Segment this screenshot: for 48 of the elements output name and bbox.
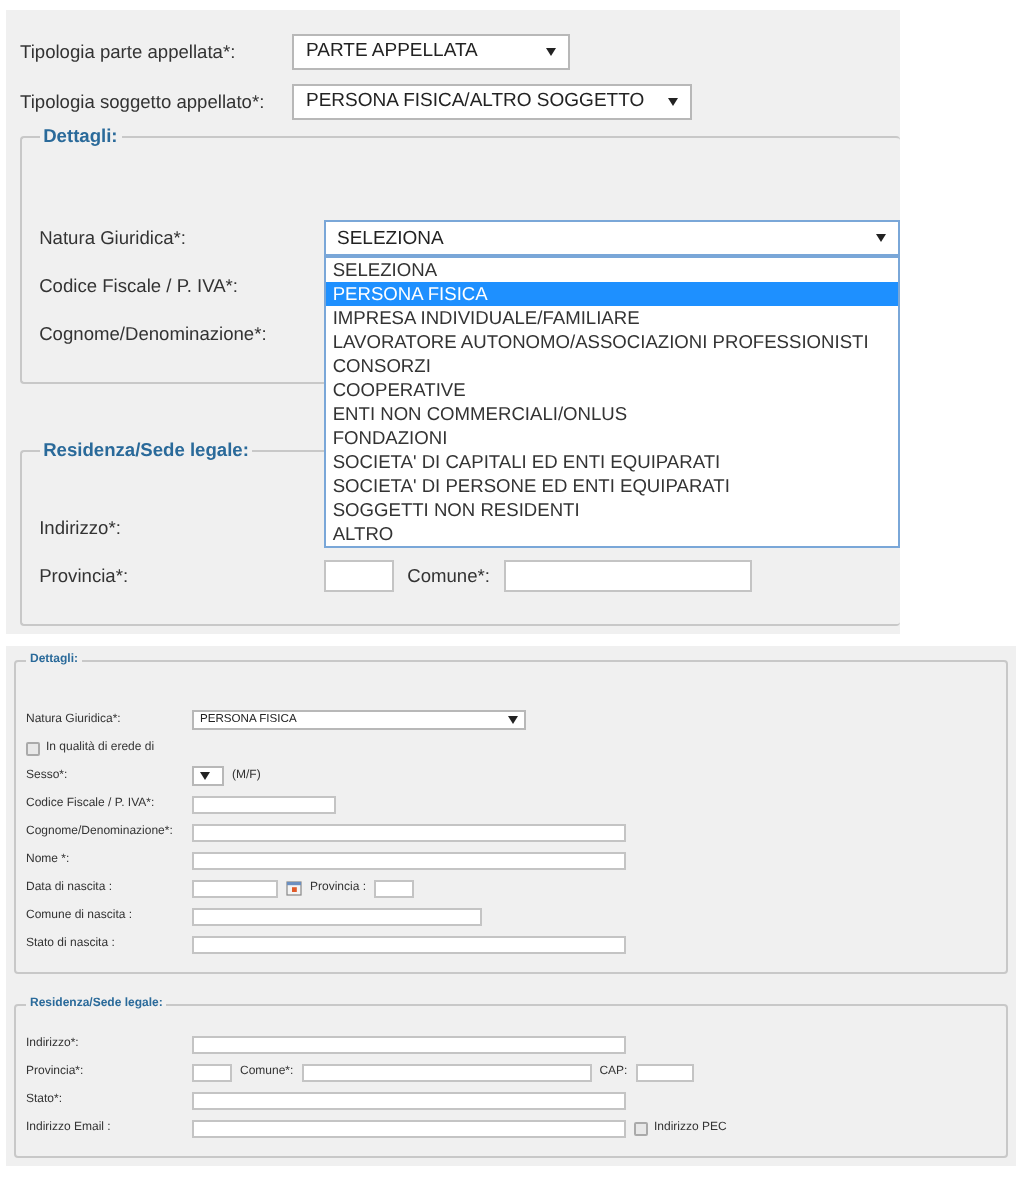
input-field[interactable] [503, 560, 752, 592]
field-label: Cognome/Denominazione*: [39, 324, 269, 344]
calendar-icon[interactable] [286, 880, 302, 897]
caret-icon [546, 47, 557, 55]
input-field[interactable] [301, 1063, 592, 1082]
input-field[interactable] [374, 879, 415, 898]
dropdown[interactable]: PERSONA FISICA/ALTRO SOGGETTO [292, 83, 693, 119]
input-field[interactable] [192, 935, 626, 954]
input-field[interactable] [635, 1063, 694, 1082]
dropdown-option[interactable]: LAVORATORE AUTONOMO/ASSOCIAZIONI PROFESSIONISTI [326, 329, 898, 354]
dropdown-option[interactable]: SELEZIONA [326, 257, 898, 282]
input-field[interactable] [192, 1063, 232, 1082]
field-label: Natura Giuridica*: [39, 228, 188, 248]
dropdown-option[interactable]: SOGGETTI NON RESIDENTI [326, 497, 898, 522]
input-field[interactable] [192, 907, 482, 926]
input-field[interactable] [192, 879, 278, 898]
input-field[interactable] [192, 851, 626, 870]
dropdown-option[interactable]: COOPERATIVE [326, 377, 898, 402]
field-label: Provincia*: [39, 566, 131, 587]
checkbox[interactable] [634, 1121, 648, 1136]
field-label: Tipologia parte appellata*: [20, 41, 238, 61]
checkbox[interactable] [26, 741, 40, 756]
field-label: Tipologia soggetto appellato*: [20, 91, 267, 111]
caret-icon [508, 716, 518, 725]
input-field[interactable] [192, 1035, 626, 1054]
dropdown-option[interactable]: ALTRO [326, 521, 898, 546]
dropdown[interactable]: PARTE APPELLATA [292, 33, 571, 69]
caret-icon [668, 97, 679, 105]
dropdown-option[interactable]: FONDAZIONI [326, 425, 898, 450]
input-field[interactable] [192, 823, 626, 842]
caret-icon [200, 772, 210, 781]
input-field[interactable] [192, 795, 336, 814]
section-legend: Residenza/Sede legale: [39, 440, 253, 461]
input-field[interactable] [192, 1119, 626, 1138]
caret-icon [876, 234, 887, 242]
dropdown-option[interactable]: SOCIETA' DI CAPITALI ED ENTI EQUIPARATI [326, 449, 898, 474]
field-label: Codice Fiscale / P. IVA*: [39, 276, 240, 296]
input-field[interactable] [324, 560, 394, 592]
dropdown-option[interactable]: SOCIETA' DI PERSONE ED ENTI EQUIPARATI [326, 473, 898, 498]
field-label: Indirizzo*: [39, 518, 123, 539]
section-legend: Dettagli: [39, 126, 122, 146]
dropdown[interactable]: SELEZIONA [324, 220, 900, 256]
dropdown-option[interactable]: ENTI NON COMMERCIALI/ONLUS [326, 401, 898, 426]
dropdown[interactable] [192, 766, 224, 787]
field-label: Comune*: [407, 566, 490, 587]
input-field[interactable] [192, 1091, 626, 1110]
dropdown-option[interactable]: IMPRESA INDIVIDUALE/FAMILIARE [326, 305, 898, 330]
dropdown-option[interactable]: CONSORZI [326, 353, 898, 378]
